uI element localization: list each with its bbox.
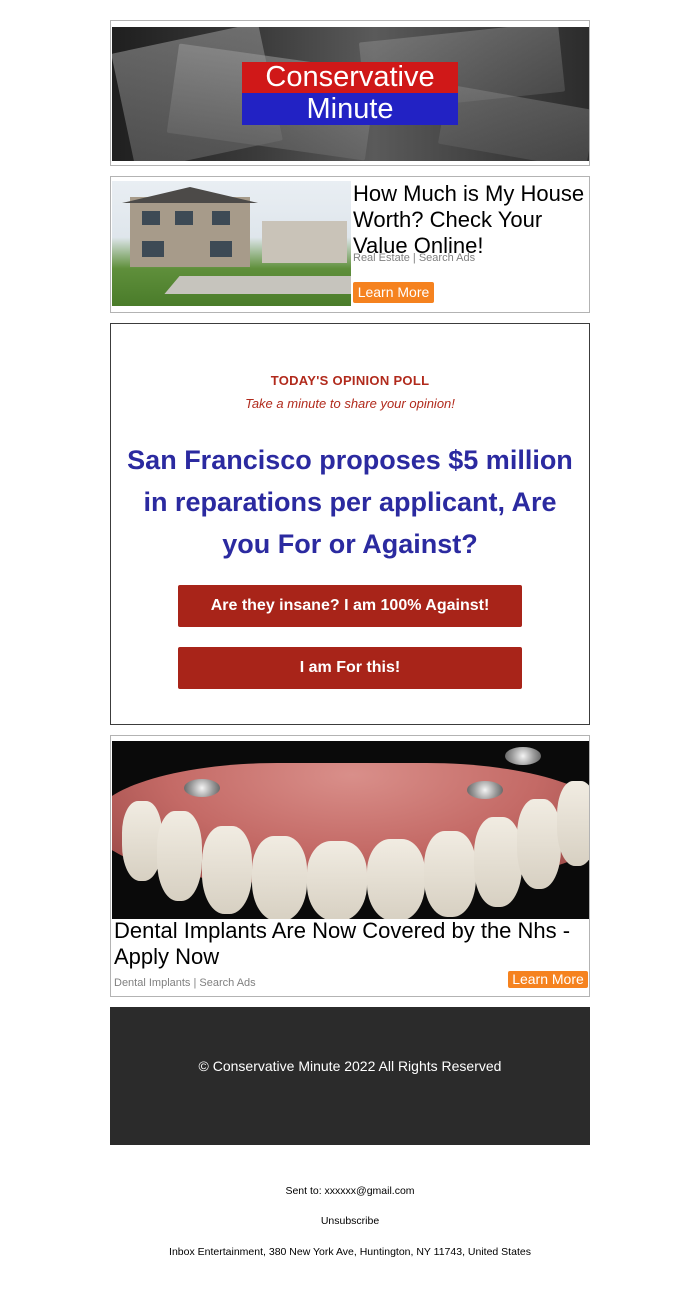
site-logo[interactable]: Conservative Minute <box>242 62 458 125</box>
poll-subtitle: Take a minute to share your opinion! <box>245 396 455 411</box>
copyright-text: © Conservative Minute 2022 All Rights Re… <box>198 1058 502 1074</box>
dental-implants-ad[interactable]: Dental Implants Are Now Covered by the N… <box>110 735 590 997</box>
footer: © Conservative Minute 2022 All Rights Re… <box>110 1007 590 1145</box>
house-shape <box>130 197 250 267</box>
learn-more-button[interactable]: Learn More <box>353 282 434 303</box>
sent-to-text: Sent to: xxxxxx@gmail.com <box>285 1185 415 1197</box>
opinion-poll: TODAY'S OPINION POLL Take a minute to sh… <box>110 323 590 725</box>
learn-more-button[interactable]: Learn More <box>508 971 588 988</box>
logo-line-1: Conservative <box>242 62 458 93</box>
house-photo[interactable] <box>112 181 351 306</box>
poll-question: San Francisco proposes $5 million in rep… <box>127 445 573 559</box>
ad-meta: Dental Implants | Search Ads <box>114 977 256 989</box>
dental-implants-photo[interactable] <box>112 741 589 919</box>
ad-meta: Real Estate | Search Ads <box>353 252 476 264</box>
unsubscribe-link[interactable]: Unsubscribe <box>0 1215 700 1227</box>
for-button[interactable]: I am For this! <box>178 647 522 689</box>
against-button[interactable]: Are they insane? I am 100% Against! <box>178 585 522 627</box>
house-value-ad[interactable]: How Much is My House Worth? Check Your V… <box>110 176 590 313</box>
logo-line-2: Minute <box>242 93 458 125</box>
header-banner[interactable]: Conservative Minute <box>110 20 590 166</box>
poll-kicker: TODAY'S OPINION POLL <box>270 373 430 388</box>
ad-title[interactable]: Dental Implants Are Now Covered by the N… <box>114 918 584 970</box>
postal-address: Inbox Entertainment, 380 New York Ave, H… <box>169 1246 531 1258</box>
ad-title[interactable]: How Much is My House Worth? Check Your V… <box>353 181 587 259</box>
